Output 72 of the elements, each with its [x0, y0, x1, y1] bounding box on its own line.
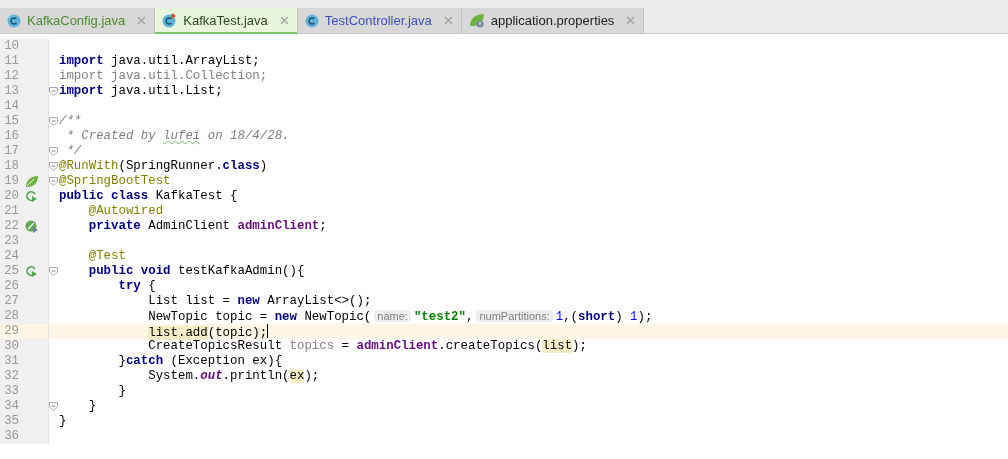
code-line: public void testKafkaAdmin(){	[87, 264, 305, 279]
code-line: @SpringBootTest	[59, 174, 171, 189]
fold-marker-icon[interactable]	[49, 162, 58, 171]
close-icon[interactable]	[137, 16, 147, 25]
fold-marker-icon[interactable]	[49, 177, 58, 186]
leaf-icon[interactable]	[24, 175, 39, 188]
line-number: 26	[3, 279, 19, 294]
leaf-icon	[468, 13, 485, 28]
editor-tab[interactable]: KafkaTest.java	[155, 8, 298, 34]
class-icon	[7, 13, 21, 28]
code-line: }catch (Exception ex){	[117, 354, 283, 369]
run-icon[interactable]	[25, 265, 38, 278]
line-number: 28	[3, 309, 19, 324]
line-number: 30	[3, 339, 19, 354]
line-number: 23	[3, 234, 19, 249]
line-number: 31	[3, 354, 19, 369]
line-number: 20	[3, 189, 19, 204]
line-number: 17	[3, 144, 19, 159]
line-number: 16	[3, 129, 19, 144]
line-number: 14	[3, 99, 19, 114]
line-number: 29	[3, 324, 19, 339]
code-line: @RunWith(SpringRunner.class)	[59, 159, 268, 174]
line-number: 27	[3, 294, 19, 309]
line-number: 24	[3, 249, 19, 264]
code-line: /**	[59, 114, 82, 129]
fold-marker-icon[interactable]	[49, 402, 58, 411]
fold-marker-icon[interactable]	[49, 267, 58, 276]
editor-tab[interactable]: application.properties	[461, 8, 645, 33]
fold-marker-icon[interactable]	[49, 87, 58, 96]
code-line: @Test	[87, 249, 126, 264]
line-number: 35	[3, 414, 19, 429]
code-line: @Autowired	[87, 204, 164, 219]
code-line: */	[65, 144, 82, 159]
line-number: 22	[3, 219, 19, 234]
close-icon[interactable]	[443, 16, 453, 25]
line-number: 15	[3, 114, 19, 129]
line-number: 10	[3, 39, 19, 54]
close-icon[interactable]	[626, 16, 636, 25]
code-line: CreateTopicsResult topics = adminClient.createTopics(list);	[147, 339, 587, 354]
bean-icon[interactable]	[24, 220, 39, 233]
line-number: 34	[3, 399, 19, 414]
run-icon[interactable]	[25, 190, 38, 203]
code-line: import java.util.List;	[59, 84, 223, 99]
code-line: private AdminClient adminClient;	[87, 219, 327, 234]
code-line: System.out.println(ex);	[147, 369, 320, 384]
code-line: List list = new ArrayList<>();	[147, 294, 372, 309]
code-line: import java.util.ArrayList;	[59, 54, 260, 69]
editor-tab[interactable]: TestController.java	[297, 8, 462, 33]
line-number: 12	[3, 69, 19, 84]
code-line: }	[59, 414, 67, 429]
line-number: 36	[3, 429, 19, 444]
line-number: 18	[3, 159, 19, 174]
close-icon[interactable]	[279, 15, 289, 25]
fold-marker-icon[interactable]	[49, 147, 58, 156]
code-line: }	[117, 384, 126, 399]
code-line: NewTopic topic = new NewTopic( name: "test2", numPartitions: 1,(short) 1);	[147, 309, 653, 324]
code-line: public class KafkaTest {	[59, 189, 238, 204]
line-number: 13	[3, 84, 19, 99]
line-number: 21	[3, 204, 19, 219]
test-class-icon	[162, 12, 178, 28]
fold-marker-icon[interactable]	[49, 117, 58, 126]
code-line: * Created by lufei on 18/4/28.	[65, 129, 290, 144]
class-icon	[304, 13, 319, 28]
code-line: import java.util.Collection;	[59, 69, 268, 84]
code-line: list.add(topic);	[147, 324, 269, 339]
line-number: 11	[3, 54, 19, 69]
code-line: }	[87, 399, 97, 414]
line-number: 19	[3, 174, 19, 189]
line-number: 25	[3, 264, 19, 279]
line-number: 33	[3, 384, 19, 399]
line-number: 32	[3, 369, 19, 384]
code-line: try {	[117, 279, 156, 294]
